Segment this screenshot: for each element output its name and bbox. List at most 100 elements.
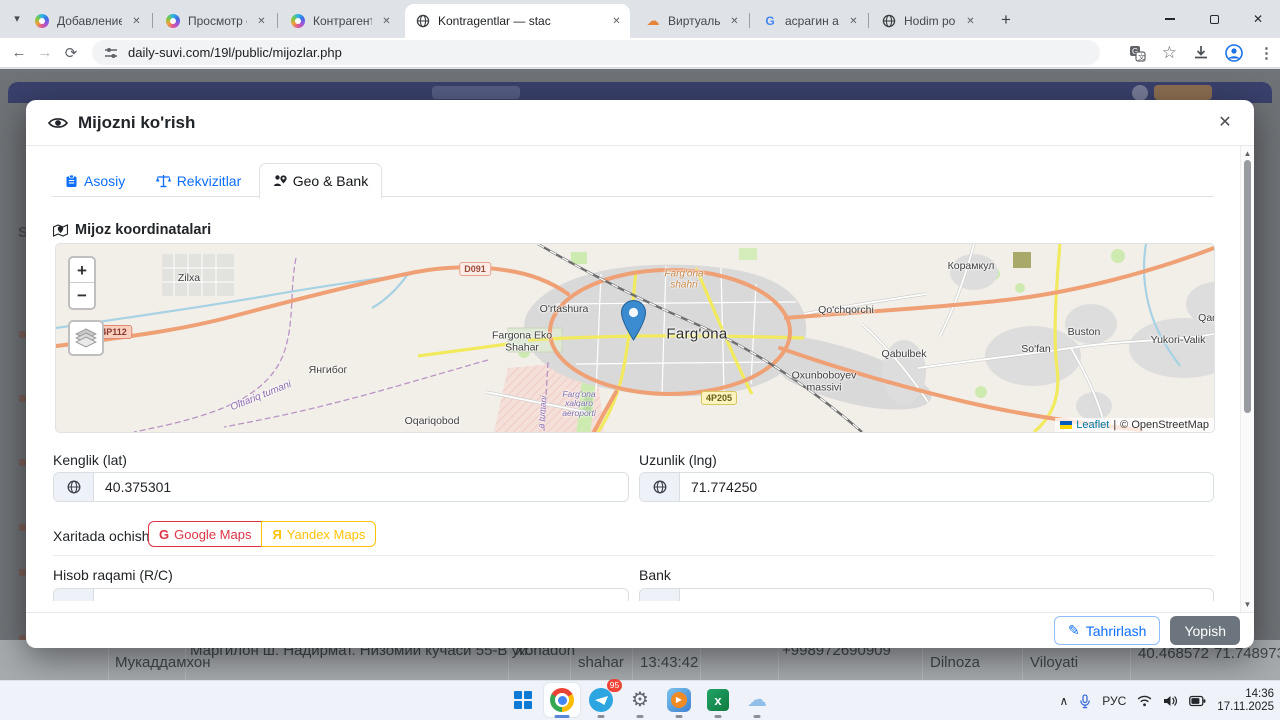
tab-asosiy[interactable]: Asosiy <box>52 163 138 198</box>
zoom-out-button[interactable]: − <box>70 283 94 308</box>
tab-dobavlenie-sdelki[interactable]: Добавление сделки ✕ <box>24 4 150 38</box>
excel-icon: x <box>707 689 729 711</box>
media-player-icon: ▶ <box>667 688 691 712</box>
tray-time: 14:36 <box>1245 688 1274 700</box>
map-label: Farg'ona shahri <box>664 268 704 290</box>
close-button-label: Yopish <box>1184 622 1226 639</box>
tab-virtualnaya-ats[interactable]: ☁ Виртуальная АТС ✕ <box>635 4 748 38</box>
svg-text:文: 文 <box>1138 52 1145 61</box>
gear-icon: ⚙ <box>631 689 649 711</box>
window-controls: ✕ <box>1148 0 1280 38</box>
tab-close-icon[interactable]: ✕ <box>379 14 394 29</box>
map-marker-icon[interactable] <box>621 300 646 341</box>
map-label: Корамкул <box>947 260 995 272</box>
telegram-icon <box>589 688 613 712</box>
back-icon[interactable]: ← <box>6 44 32 61</box>
window-close-button[interactable]: ✕ <box>1236 0 1280 38</box>
bank-input[interactable] <box>680 589 1213 601</box>
bookmark-star-icon[interactable]: ☆ <box>1162 43 1177 63</box>
maximize-button[interactable] <box>1192 0 1236 38</box>
modal-scrollbar[interactable]: ▲ ▼ <box>1240 146 1254 612</box>
taskbar-dock: 95 ⚙ ▶ x ☁ <box>505 679 775 718</box>
tab-asragin[interactable]: G асрагин асрагин - G ✕ <box>752 4 867 38</box>
map-label: Oxunboboyev massivi <box>791 369 857 393</box>
site-info-icon[interactable] <box>104 46 118 60</box>
forward-icon[interactable]: → <box>32 44 58 61</box>
speaker-icon[interactable] <box>1163 695 1178 707</box>
layers-icon <box>75 328 97 348</box>
downloads-icon[interactable] <box>1193 45 1209 61</box>
wifi-icon[interactable] <box>1137 695 1152 707</box>
tab-kontragentlar-active[interactable]: Kontragentlar — stac ✕ <box>405 4 630 38</box>
bg-cell: Dilnoza <box>930 654 981 671</box>
map-layers-button[interactable] <box>68 320 104 356</box>
minimize-button[interactable] <box>1148 0 1192 38</box>
ring-favicon-icon <box>34 13 50 29</box>
tab-rekvizitlar[interactable]: Rekvizitlar <box>143 163 255 198</box>
language-indicator[interactable]: РУС <box>1102 694 1126 708</box>
map-attribution: Leaflet | © OpenStreetMap <box>1055 418 1214 432</box>
account-input-group <box>53 588 629 601</box>
tab-kontragenty[interactable]: Контрагенты - Smart ✕ <box>280 4 400 38</box>
taskbar-telegram[interactable]: 95 <box>583 679 622 718</box>
edit-button-label: Tahrirlash <box>1085 622 1147 639</box>
tab-hodim-portali[interactable]: Hodim portali ✕ <box>871 4 984 38</box>
scrollbar-thumb[interactable] <box>1244 160 1251 413</box>
tab-close-icon[interactable]: ✕ <box>727 14 742 29</box>
microphone-icon[interactable] <box>1079 693 1091 709</box>
lng-label: Uzunlik (lng) <box>639 452 717 468</box>
taskbar-settings[interactable]: ⚙ <box>622 683 658 718</box>
reload-icon[interactable]: ⟳ <box>58 44 84 62</box>
edit-button[interactable]: ✎ Tahrirlash <box>1054 616 1161 645</box>
yandex-maps-button[interactable]: Я Yandex Maps <box>261 521 377 547</box>
cloud-favicon-icon: ☁ <box>646 13 660 28</box>
google-maps-button[interactable]: G Google Maps <box>148 521 263 547</box>
clock[interactable]: 14:36 17.11.2025 <box>1217 688 1274 714</box>
profile-avatar-icon[interactable] <box>1225 44 1243 62</box>
leaflet-link[interactable]: Leaflet <box>1076 419 1109 431</box>
tab-geo-bank[interactable]: Geo & Bank <box>258 163 383 199</box>
tab-prosmotr-sdelki[interactable]: Просмотр сделки - S ✕ <box>155 4 275 38</box>
lng-input[interactable] <box>680 473 1213 501</box>
lat-input[interactable] <box>94 473 628 501</box>
url-bar[interactable]: daily-suvi.com/19l/public/mijozlar.php <box>92 40 1100 65</box>
taskbar-excel[interactable]: x <box>700 683 736 718</box>
addon <box>640 589 680 601</box>
open-in-map-buttons: G Google Maps Я Yandex Maps <box>148 521 377 547</box>
road-badge: 4P205 <box>700 391 738 405</box>
scroll-down-icon[interactable]: ▼ <box>1241 600 1254 609</box>
taskbar-media-player[interactable]: ▶ <box>661 683 697 718</box>
tab-close-icon[interactable]: ✕ <box>963 14 978 29</box>
modal-header: Mijozni ko'rish ✕ <box>26 100 1254 146</box>
tab-close-icon[interactable]: ✕ <box>846 14 861 29</box>
start-button[interactable] <box>505 683 541 717</box>
lat-label: Kenglik (lat) <box>53 452 127 468</box>
section-title-text: Mijoz koordinatalari <box>75 222 212 238</box>
eye-icon <box>48 117 68 128</box>
close-button[interactable]: Yopish <box>1170 616 1240 645</box>
tab-close-icon[interactable]: ✕ <box>254 14 269 29</box>
translate-icon[interactable]: G文 <box>1129 45 1146 62</box>
dimmed-header-avatar <box>1132 85 1148 101</box>
tab-close-icon[interactable]: ✕ <box>609 14 624 29</box>
tab-close-icon[interactable]: ✕ <box>129 14 144 29</box>
battery-icon[interactable] <box>1189 695 1206 707</box>
taskbar-chrome[interactable] <box>544 683 580 718</box>
zoom-in-button[interactable]: + <box>70 258 94 283</box>
yandex-maps-label: Yandex Maps <box>286 526 366 542</box>
modal-close-icon[interactable]: ✕ <box>1214 112 1236 134</box>
osm-link[interactable]: © OpenStreetMap <box>1120 419 1209 431</box>
leaflet-map[interactable]: Zilxa O'rtashura Farg'ona shahri Farg'on… <box>55 243 1215 433</box>
lng-input-group <box>639 472 1214 502</box>
account-input[interactable] <box>94 589 628 601</box>
taskbar-cloud[interactable]: ☁ <box>739 683 775 718</box>
scroll-up-icon[interactable]: ▲ <box>1241 149 1254 158</box>
section-title: Mijoz koordinatalari <box>53 222 211 238</box>
map-label: Zilxa <box>177 272 201 284</box>
dimmed-header-button <box>432 86 520 99</box>
new-tab-button[interactable]: + <box>994 8 1018 32</box>
browser-menu-icon[interactable]: ⋮ <box>1259 44 1274 62</box>
tab-label: Виртуальная АТС <box>668 14 720 28</box>
tray-chevron-icon[interactable]: ∧ <box>1059 694 1068 708</box>
ring-favicon-icon <box>290 13 306 29</box>
